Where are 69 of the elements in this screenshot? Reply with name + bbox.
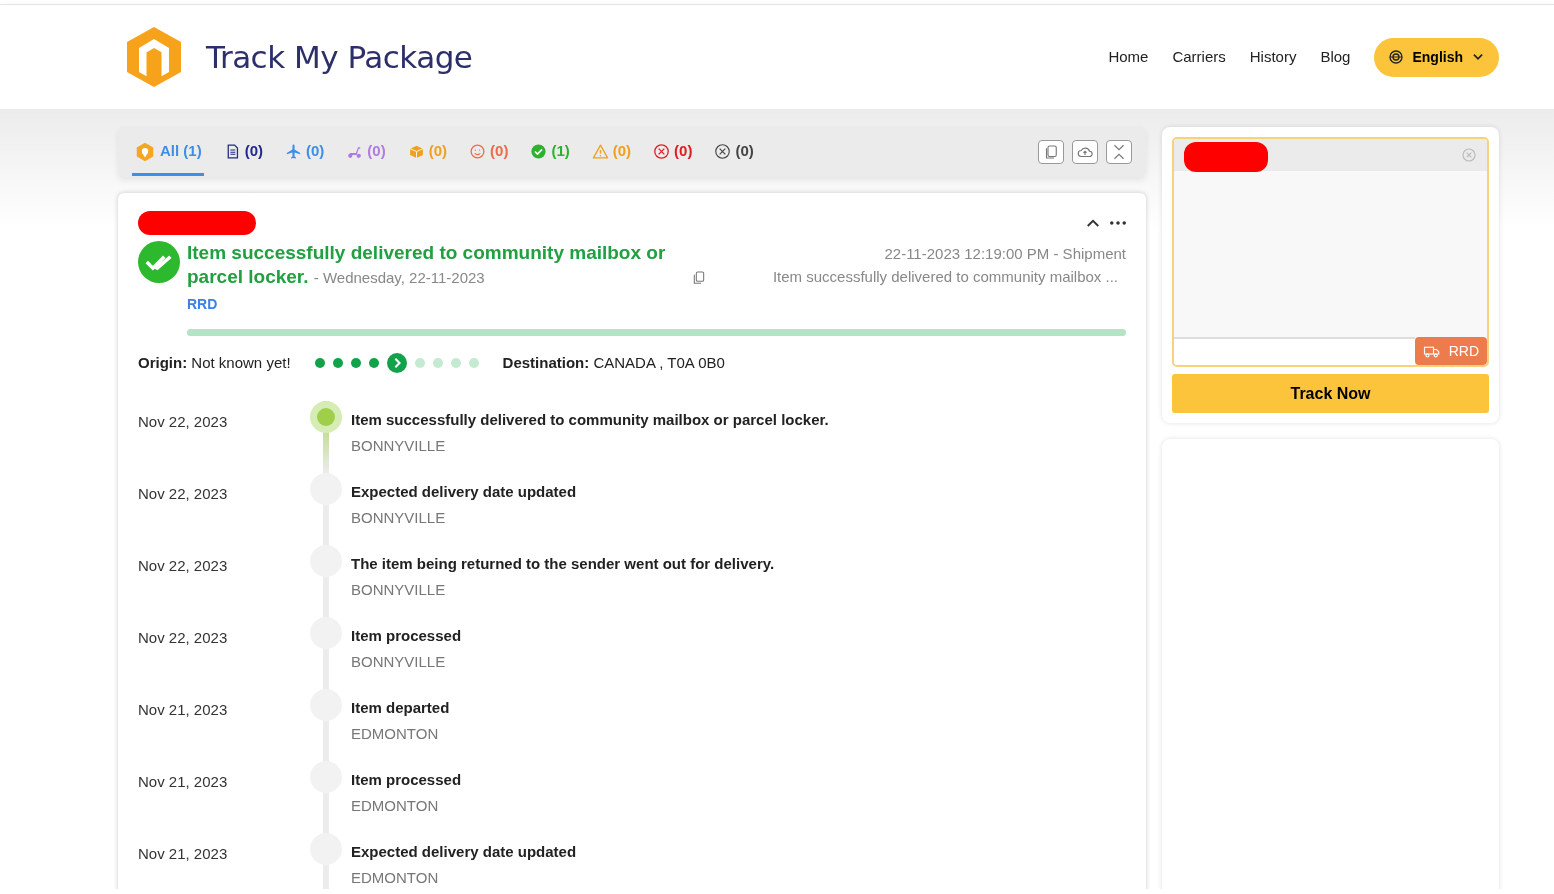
route-step-dot (314, 358, 325, 369)
route-step-dot (368, 358, 379, 369)
warning-icon (591, 143, 609, 160)
copy-icon (691, 270, 707, 286)
route-step-current-icon (386, 353, 407, 374)
status-summary: Item successfully delivered to community mailbox ... (772, 266, 1118, 287)
track-now-button[interactable]: Track Now (1172, 374, 1489, 413)
filter-tab[interactable]: (0) (651, 128, 695, 176)
event-location: BONNYVILLE (351, 436, 447, 456)
language-button[interactable]: English (1374, 37, 1499, 77)
event-location: BONNYVILLE (351, 580, 447, 600)
destination-text: Destination: CANADA , T0A 0B0 (502, 353, 725, 373)
carrier-select-button[interactable]: RRD (1414, 337, 1487, 365)
nav-link[interactable]: Carriers (1172, 45, 1226, 69)
close-icon (1461, 147, 1477, 163)
origin-text: Origin: Not known yet! (138, 353, 291, 373)
filter-tab[interactable]: (0) (344, 128, 388, 176)
filter-tab[interactable]: (1) (528, 128, 572, 176)
event-date: Nov 22, 2023 (138, 627, 229, 648)
route-step-dot (450, 358, 461, 369)
event-title: Item processed (351, 625, 462, 646)
box-icon (407, 143, 425, 160)
nav-link[interactable]: History (1249, 45, 1297, 69)
smiley-icon (469, 143, 487, 160)
route-step-dot (432, 358, 443, 369)
nav-link[interactable]: Blog (1320, 45, 1351, 69)
event-title: Expected delivery date updated (351, 841, 577, 862)
event-date: Nov 22, 2023 (138, 411, 229, 432)
route-step-dot (414, 358, 425, 369)
brand-name: Track My Package (206, 37, 473, 77)
filter-tab[interactable]: (0) (712, 128, 756, 176)
event-date: Nov 22, 2023 (138, 483, 229, 504)
event-location: BONNYVILLE (351, 508, 447, 528)
carrier-name: RRD (187, 295, 219, 314)
plane-icon (285, 143, 302, 160)
event-date: Nov 22, 2023 (138, 555, 229, 576)
globe-icon (1388, 49, 1405, 65)
filter-tab[interactable]: (0) (221, 128, 265, 176)
event-date: Nov 21, 2023 (138, 843, 229, 864)
last-update-time: 22-11-2023 12:19:00 PM - Shipment (883, 244, 1126, 264)
route-step-dot (332, 358, 343, 369)
upload-button[interactable] (1072, 140, 1098, 164)
delivered-check-icon (138, 241, 180, 283)
event-title: Item successfully delivered to community mailbox or parcel locker. (351, 409, 829, 430)
filter-tab[interactable]: (0) (467, 128, 511, 176)
event-location: BONNYVILLE (351, 652, 447, 672)
event-location: EDMONTON (351, 868, 440, 888)
hexagon-pin-icon (134, 140, 156, 163)
filter-tab[interactable]: (0) (283, 128, 327, 176)
x-circle-icon (653, 143, 671, 160)
route-step-dot (468, 358, 479, 369)
event-title: Expected delivery date updated (351, 481, 577, 502)
event-title: Item processed (351, 769, 462, 790)
copy-button[interactable] (1038, 140, 1064, 164)
filter-tab[interactable]: All (1) (132, 128, 204, 176)
tracking-number-field[interactable] (1174, 337, 1415, 365)
event-location: EDMONTON (351, 796, 440, 816)
more-icon (1110, 221, 1126, 225)
event-title: The item being returned to the sender went out for delivery. (351, 553, 775, 574)
event-date: Nov 21, 2023 (138, 699, 229, 720)
event-title: Item departed (351, 697, 450, 718)
event-location: EDMONTON (351, 724, 440, 744)
event-date: Nov 21, 2023 (138, 771, 229, 792)
collapse-all-button[interactable] (1106, 140, 1132, 164)
x-circle-icon (714, 143, 732, 160)
status-heading: Item successfully delivered to community mailbox or parcel locker. - Wednesday, 22-11-2023 (187, 241, 667, 289)
nav-link[interactable]: Home (1108, 45, 1149, 69)
check-circle-icon (530, 143, 548, 160)
route-step-dot (350, 358, 361, 369)
